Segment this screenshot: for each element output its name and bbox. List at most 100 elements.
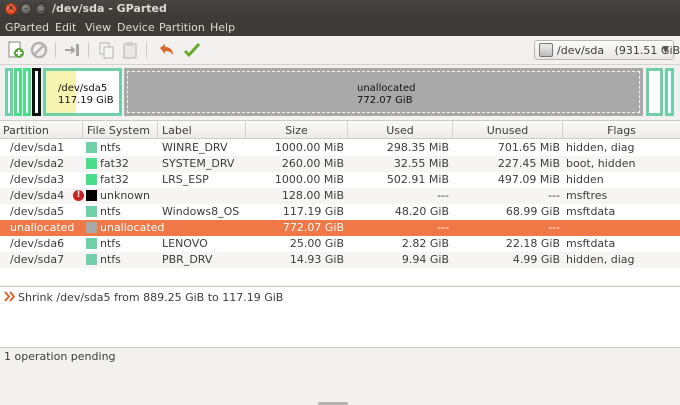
cell-flags: hidden, diag xyxy=(566,253,635,266)
filesystem-color-swatch xyxy=(86,222,97,233)
partition-table: Partition File System Label Size Used Un… xyxy=(0,120,680,405)
diskmap-unallocated[interactable]: unallocated 772.07 GiB xyxy=(124,68,643,116)
toolbar-separator xyxy=(146,42,147,58)
harddisk-icon xyxy=(539,43,553,57)
diskmap-unallocated-size: 772.07 GiB xyxy=(357,95,413,106)
cell-size: 25.00 GiB xyxy=(289,237,344,250)
menu-gparted[interactable]: GParted xyxy=(5,21,49,34)
menu-edit[interactable]: Edit xyxy=(55,21,76,34)
diskmap-sda4[interactable] xyxy=(32,68,41,116)
cell-filesystem: ntfs xyxy=(100,205,121,218)
diskmap-sda1[interactable] xyxy=(5,68,13,116)
column-header-used[interactable]: Used xyxy=(348,121,453,139)
cell-label: LENOVO xyxy=(162,237,208,250)
cell-filesystem: fat32 xyxy=(100,173,129,186)
cell-flags: boot, hidden xyxy=(566,157,636,170)
cell-partition: /dev/sda3 xyxy=(10,173,65,186)
diskmap-sda2[interactable] xyxy=(14,68,22,116)
cell-filesystem: ntfs xyxy=(100,237,121,250)
cell-size: 1000.00 MiB xyxy=(274,173,344,186)
table-row[interactable]: /dev/sda1 ntfs WINRE_DRV 1000.00 MiB 298.35 … xyxy=(0,140,680,156)
menu-help[interactable]: Help xyxy=(210,21,235,34)
table-row[interactable]: /dev/sda6 ntfs LENOVO 25.00 GiB 2.82 GiB 22.1… xyxy=(0,236,680,252)
cell-flags: msftdata xyxy=(566,237,616,250)
cell-partition: /dev/sda4 xyxy=(10,189,65,202)
close-icon: ✕ xyxy=(7,4,15,14)
menu-partition[interactable]: Partition xyxy=(159,21,205,34)
column-header-filesystem[interactable]: File System xyxy=(83,121,158,139)
close-window-button[interactable]: ✕ xyxy=(5,3,17,15)
diskmap-unallocated-name: unallocated xyxy=(357,83,416,94)
diskmap-sda3[interactable] xyxy=(23,68,31,116)
cell-used: 32.55 MiB xyxy=(393,157,449,170)
diskmap-sda5[interactable]: /dev/sda5 117.19 GiB xyxy=(43,68,122,116)
column-header-label[interactable]: Label xyxy=(158,121,246,139)
cell-unused: --- xyxy=(548,189,560,202)
column-header-size[interactable]: Size xyxy=(246,121,348,139)
cell-label: PBR_DRV xyxy=(162,253,213,266)
cell-size: 772.07 GiB xyxy=(282,221,344,234)
cell-unused: 4.99 GiB xyxy=(512,253,560,266)
cell-label: SYSTEM_DRV xyxy=(162,157,235,170)
table-row[interactable]: unallocated unallocated 772.07 GiB --- --- xyxy=(0,220,680,236)
copy-icon[interactable] xyxy=(96,40,116,60)
cell-used: 9.94 GiB xyxy=(401,253,449,266)
new-partition-icon[interactable] xyxy=(6,40,26,60)
paste-icon[interactable] xyxy=(120,40,140,60)
cell-size: 14.93 GiB xyxy=(289,253,344,266)
cell-label: WINRE_DRV xyxy=(162,141,228,154)
window-title: /dev/sda - GParted xyxy=(52,2,167,15)
apply-icon[interactable] xyxy=(182,40,202,60)
column-header-flags[interactable]: Flags xyxy=(563,121,680,139)
resize-move-icon[interactable] xyxy=(62,40,82,60)
table-row[interactable]: /dev/sda2 fat32 SYSTEM_DRV 260.00 MiB 32.55 … xyxy=(0,156,680,172)
status-bar: 1 operation pending xyxy=(4,350,116,363)
table-row[interactable]: /dev/sda3 fat32 LRS_ESP 1000.00 MiB 502.91 M… xyxy=(0,172,680,188)
cell-used: 502.91 MiB xyxy=(386,173,449,186)
cell-filesystem: ntfs xyxy=(100,253,121,266)
column-header-unused[interactable]: Unused xyxy=(453,121,563,139)
menu-device[interactable]: Device xyxy=(117,21,155,34)
chevron-down-icon: ▼ xyxy=(662,45,669,55)
cell-filesystem: unknown xyxy=(100,189,150,202)
column-header-partition[interactable]: Partition xyxy=(0,121,83,139)
warning-icon: ! xyxy=(73,190,84,201)
minimize-window-button[interactable]: – xyxy=(20,3,32,15)
diskmap-sda5-size: 117.19 GiB xyxy=(58,95,114,106)
delete-icon[interactable] xyxy=(29,40,49,60)
cell-flags: msftdata xyxy=(566,205,616,218)
menu-view[interactable]: View xyxy=(85,21,111,34)
device-name: /dev/sda xyxy=(557,44,605,57)
cell-filesystem: unallocated xyxy=(100,221,165,234)
cell-unused: 227.45 MiB xyxy=(497,157,560,170)
device-size: (931.51 GiB) xyxy=(614,44,680,57)
cell-unused: 68.99 GiB xyxy=(505,205,560,218)
diskmap-sda7[interactable] xyxy=(665,68,674,116)
diskmap-sda5-name: /dev/sda5 xyxy=(58,83,108,94)
cell-partition: /dev/sda7 xyxy=(10,253,65,266)
filesystem-color-swatch xyxy=(86,190,97,201)
cell-unused: 701.65 MiB xyxy=(497,141,560,154)
device-selector[interactable]: /dev/sda (931.51 GiB) ▼ xyxy=(534,40,680,60)
maximize-window-button[interactable]: ▢ xyxy=(35,3,47,15)
cell-partition: /dev/sda1 xyxy=(10,141,65,154)
cell-filesystem: fat32 xyxy=(100,157,129,170)
cell-used: --- xyxy=(437,221,449,234)
cell-unused: 497.09 MiB xyxy=(497,173,560,186)
toolbar-separator xyxy=(55,42,56,58)
cell-partition: /dev/sda2 xyxy=(10,157,65,170)
cell-partition: /dev/sda6 xyxy=(10,237,65,250)
cell-flags: hidden xyxy=(566,173,604,186)
cell-unused: 22.18 GiB xyxy=(505,237,560,250)
pending-operations-pane: Shrink /dev/sda5 from 889.25 GiB to 117.… xyxy=(0,286,680,348)
toolbar-separator xyxy=(88,42,89,58)
diskmap-sda6[interactable] xyxy=(646,68,663,116)
operation-item[interactable]: Shrink /dev/sda5 from 889.25 GiB to 117.… xyxy=(18,291,283,304)
undo-icon[interactable] xyxy=(156,40,176,60)
table-row[interactable]: /dev/sda5 ntfs Windows8_OS 117.19 GiB 48.20 … xyxy=(0,204,680,220)
table-row[interactable]: /dev/sda7 ntfs PBR_DRV 14.93 GiB 9.94 GiB 4.9… xyxy=(0,252,680,268)
cell-label: Windows8_OS xyxy=(162,205,240,218)
cell-size: 117.19 GiB xyxy=(282,205,344,218)
cell-partition: unallocated xyxy=(10,221,75,234)
table-row[interactable]: /dev/sda4! unknown 128.00 MiB --- --- msftres xyxy=(0,188,680,204)
